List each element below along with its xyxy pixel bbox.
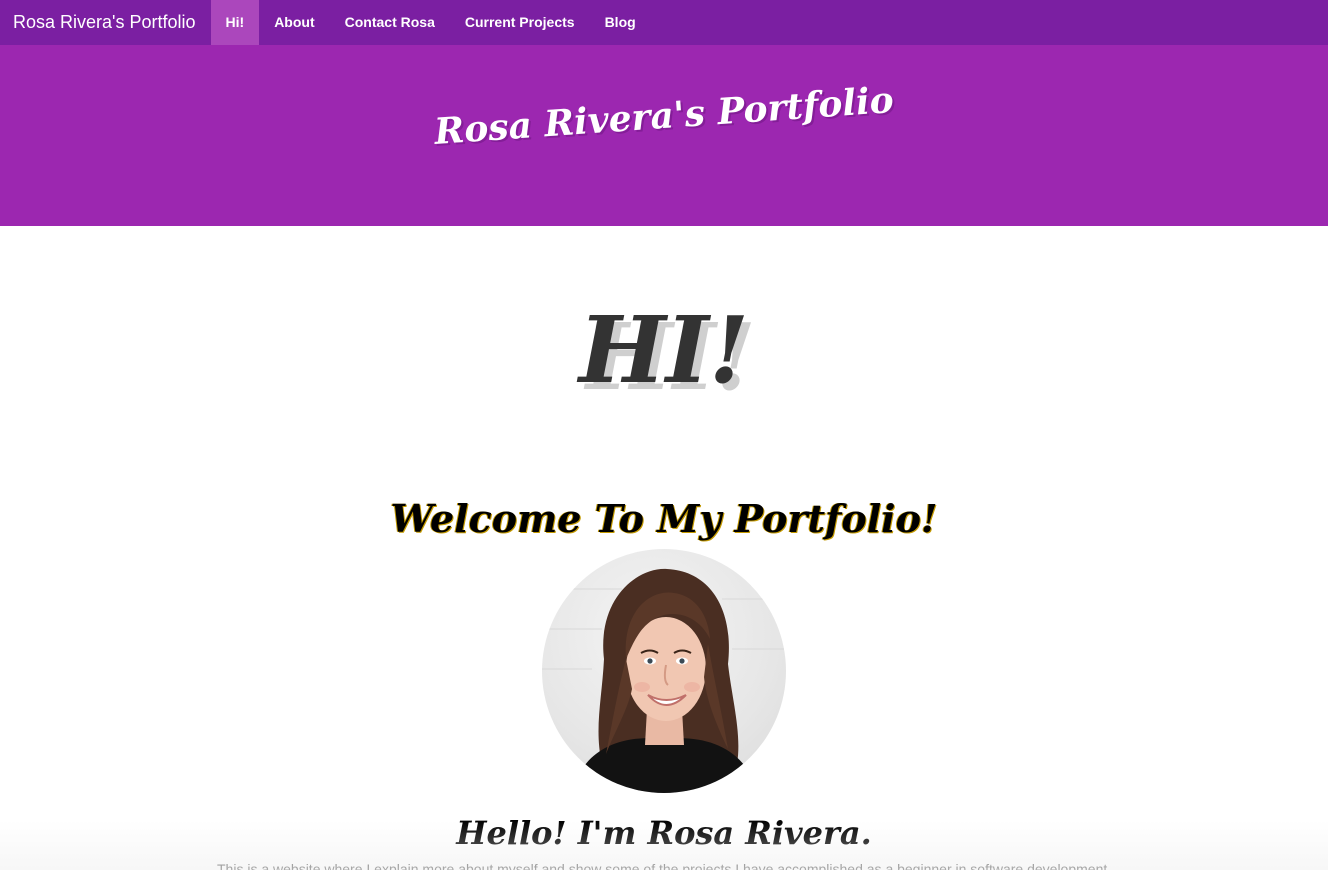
nav-item-projects: Current Projects <box>450 0 590 45</box>
top-navbar: Rosa Rivera's Portfolio Hi! About Contac… <box>0 0 1328 45</box>
nav-item-hi: Hi! <box>210 0 260 45</box>
hello-heading: Hello! I'm Rosa Rivera. <box>456 814 872 852</box>
intro-paragraph: This is a website where I explain more a… <box>217 861 1112 870</box>
nav-item-contact: Contact Rosa <box>330 0 450 45</box>
nav-link-projects[interactable]: Current Projects <box>450 0 590 45</box>
hero-banner: Rosa Rivera's Portfolio <box>0 45 1328 226</box>
nav-link-about[interactable]: About <box>259 0 329 45</box>
profile-photo <box>542 549 786 793</box>
nav-link-contact[interactable]: Contact Rosa <box>330 0 450 45</box>
nav-link-hi[interactable]: Hi! <box>210 0 260 45</box>
nav-item-blog: Blog <box>590 0 651 45</box>
nav-link-blog[interactable]: Blog <box>590 0 651 45</box>
hero-title: Rosa Rivera's Portfolio <box>433 79 895 153</box>
profile-photo-illustration <box>542 568 786 793</box>
hi-heading: HI! <box>578 296 750 404</box>
nav-item-about: About <box>259 0 329 45</box>
navbar-brand-link[interactable]: Rosa Rivera's Portfolio <box>0 0 211 45</box>
welcome-heading: Welcome To My Portfolio! <box>390 496 938 541</box>
nav-menu: Hi! About Contact Rosa Current Projects … <box>210 0 651 45</box>
